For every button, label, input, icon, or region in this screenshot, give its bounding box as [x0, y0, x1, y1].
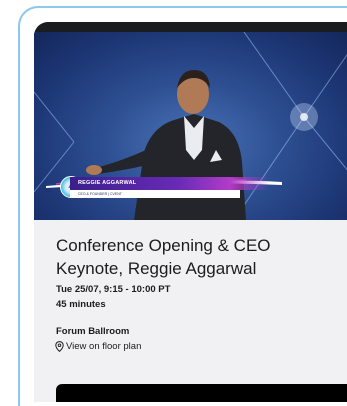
- session-card: ▲ REGGIE AGGARWAL CEO & FOUNDER | CVENT …: [18, 6, 347, 406]
- view-floor-plan-label: View on floor plan: [66, 341, 142, 352]
- session-time: Tue 25/07, 9:15 - 10:00 PT: [56, 284, 171, 295]
- session-title: Conference Opening & CEO Keynote, Reggie…: [56, 236, 271, 278]
- primary-action-button[interactable]: [56, 384, 347, 402]
- speaker-lower-third: ▲ REGGIE AGGARWAL CEO & FOUNDER | CVENT: [46, 172, 286, 202]
- speaker-name-label: REGGIE AGGARWAL: [70, 177, 270, 190]
- map-pin-icon: [55, 341, 64, 352]
- session-room: Forum Ballroom: [56, 326, 130, 337]
- phone-screen: ▲ REGGIE AGGARWAL CEO & FOUNDER | CVENT …: [34, 22, 347, 402]
- session-details: Conference Opening & CEO Keynote, Reggie…: [34, 220, 347, 402]
- session-duration: 45 minutes: [56, 299, 106, 310]
- session-video-thumbnail[interactable]: ▲ REGGIE AGGARWAL CEO & FOUNDER | CVENT: [34, 32, 347, 220]
- speaker-title-label: CEO & FOUNDER | CVENT: [70, 190, 240, 198]
- view-floor-plan-link[interactable]: View on floor plan: [55, 341, 141, 352]
